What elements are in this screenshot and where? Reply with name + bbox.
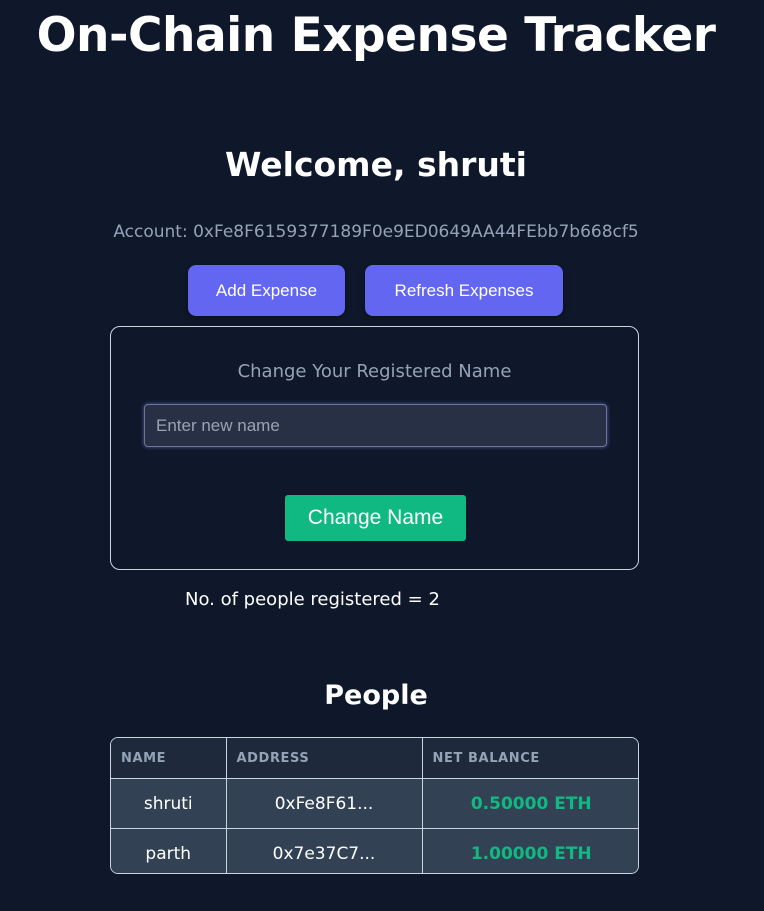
person-address: 0xFe8F61... [226, 778, 423, 829]
person-name: shruti [111, 778, 227, 829]
registered-count: No. of people registered = 2 [185, 589, 440, 610]
column-header-net-balance: NET BALANCE [422, 738, 638, 779]
change-name-button[interactable]: Change Name [285, 495, 466, 541]
person-balance: 1.00000 ETH [422, 828, 638, 873]
new-name-input[interactable] [144, 404, 607, 447]
person-address: 0x7e37C7... [226, 828, 423, 873]
table-header-row: NAME ADDRESS NET BALANCE [111, 738, 638, 779]
page: On-Chain Expense Tracker Welcome, shruti… [0, 0, 764, 911]
change-name-card: Change Your Registered Name Change Name [110, 326, 639, 570]
column-header-address: ADDRESS [226, 738, 423, 779]
account-address: Account: 0xFe8F6159377189F0e9ED0649AA44F… [113, 222, 639, 242]
person-name: parth [111, 828, 227, 873]
person-balance: 0.50000 ETH [422, 778, 638, 829]
refresh-expenses-button[interactable]: Refresh Expenses [365, 265, 563, 316]
table-row: parth 0x7e37C7... 1.00000 ETH [111, 828, 638, 873]
people-heading: People [324, 680, 428, 711]
column-header-name: NAME [111, 738, 227, 779]
app-title: On-Chain Expense Tracker [36, 8, 716, 63]
add-expense-button[interactable]: Add Expense [188, 265, 345, 316]
table-row: shruti 0xFe8F61... 0.50000 ETH [111, 778, 638, 829]
welcome-heading: Welcome, shruti [225, 145, 527, 184]
people-table: NAME ADDRESS NET BALANCE shruti 0xFe8F61… [110, 737, 639, 874]
change-name-heading: Change Your Registered Name [237, 361, 512, 382]
